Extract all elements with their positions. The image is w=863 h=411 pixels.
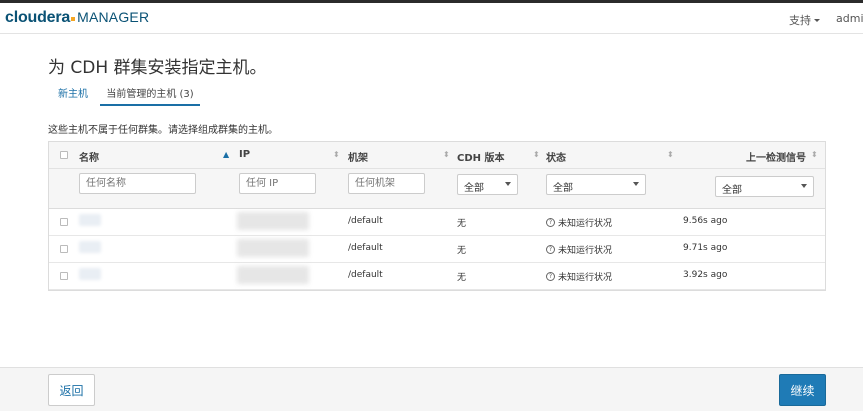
tab-managed-hosts[interactable]: 当前管理的主机 (3) [100, 82, 200, 106]
heartbeat-filter-select[interactable]: 全部 [715, 176, 814, 197]
sort-asc-icon[interactable]: ▲ [223, 150, 229, 159]
heartbeat-filter-value: 全部 [722, 185, 742, 196]
cdh-filter-value: 全部 [464, 183, 484, 194]
host-name-redacted [79, 268, 101, 280]
row-status: ? 未知运行状况 [546, 216, 612, 229]
row-checkbox[interactable] [60, 272, 68, 280]
page-title: 为 CDH 群集安装指定主机。 [48, 58, 267, 78]
status-filter-select[interactable]: 全部 [546, 174, 646, 195]
rack-filter-input[interactable] [348, 173, 425, 194]
host-ip-redacted [237, 239, 309, 257]
support-label: 支持 [789, 14, 811, 27]
row-heartbeat: 9.71s ago [683, 243, 728, 253]
status-filter-value: 全部 [553, 183, 573, 194]
col-cdh-version[interactable]: CDH 版本 [457, 149, 505, 164]
footer-bar: 返回 继续 [0, 367, 863, 411]
row-rack: /default [348, 216, 383, 226]
question-icon: ? [546, 245, 555, 254]
host-name-redacted [79, 214, 101, 226]
sort-icon[interactable]: ⬍ [443, 150, 450, 159]
row-cdh: 无 [457, 246, 467, 256]
row-rack: /default [348, 243, 383, 253]
dropdown-arrow-icon [801, 184, 807, 188]
table-row[interactable]: /default 无 ? 未知运行状况 3.92s ago [49, 263, 825, 290]
host-ip-redacted [237, 266, 309, 284]
row-heartbeat: 9.56s ago [683, 216, 728, 226]
col-last-heartbeat[interactable]: 上一检测信号 [746, 149, 806, 164]
sort-icon[interactable]: ⬍ [811, 150, 818, 159]
navbar: cloudera MANAGER 支持 admin [0, 3, 863, 34]
col-name[interactable]: 名称 [79, 149, 99, 164]
dropdown-arrow-icon [505, 182, 511, 186]
row-status-text: 未知运行状况 [558, 219, 613, 229]
row-rack: /default [348, 270, 383, 280]
row-heartbeat: 3.92s ago [683, 270, 728, 280]
question-icon: ? [546, 272, 555, 281]
brand-primary: cloudera [5, 9, 71, 26]
name-filter-input[interactable] [79, 173, 196, 194]
row-status-text: 未知运行状况 [558, 246, 613, 256]
row-status: ? 未知运行状况 [546, 270, 612, 283]
user-menu[interactable]: admin [836, 12, 863, 25]
row-checkbox[interactable] [60, 218, 68, 226]
brand-dot-icon [71, 17, 76, 21]
row-checkbox[interactable] [60, 245, 68, 253]
back-button[interactable]: 返回 [48, 374, 95, 406]
dropdown-arrow-icon [633, 182, 639, 186]
host-name-redacted [79, 241, 101, 253]
select-all-checkbox[interactable] [60, 151, 68, 159]
table-row[interactable]: /default 无 ? 未知运行状况 9.71s ago [49, 236, 825, 263]
sort-icon[interactable]: ⬍ [333, 150, 340, 159]
tab-new-hosts[interactable]: 新主机 [58, 82, 88, 106]
cdh-filter-select[interactable]: 全部 [457, 174, 518, 195]
caret-down-icon [814, 18, 820, 22]
support-menu[interactable]: 支持 [789, 12, 820, 28]
sort-icon[interactable]: ⬍ [533, 150, 540, 159]
row-cdh: 无 [457, 273, 467, 283]
continue-button[interactable]: 继续 [779, 374, 826, 406]
row-cdh: 无 [457, 219, 467, 229]
host-tabs: 新主机 当前管理的主机 (3) [48, 82, 825, 106]
sort-icon[interactable]: ⬍ [667, 150, 674, 159]
question-icon: ? [546, 218, 555, 227]
col-ip[interactable]: IP [239, 149, 250, 160]
table-header: 名称 ▲ IP ⬍ 机架 ⬍ CDH 版本 ⬍ 状态 ⬍ 上一检测信号 ⬍ [49, 142, 825, 169]
table-row[interactable]: /default 无 ? 未知运行状况 9.56s ago [49, 209, 825, 236]
ip-filter-input[interactable] [239, 173, 316, 194]
host-ip-redacted [237, 212, 309, 230]
description: 这些主机不属于任何群集。请选择组成群集的主机。 [48, 125, 278, 136]
col-rack[interactable]: 机架 [348, 149, 368, 164]
brand-logo[interactable]: cloudera MANAGER [5, 9, 149, 27]
brand-secondary: MANAGER [77, 9, 150, 25]
col-status[interactable]: 状态 [546, 149, 566, 164]
row-status: ? 未知运行状况 [546, 243, 612, 256]
row-status-text: 未知运行状况 [558, 273, 613, 283]
hosts-table: 名称 ▲ IP ⬍ 机架 ⬍ CDH 版本 ⬍ 状态 ⬍ 上一检测信号 ⬍ 全部… [48, 141, 826, 291]
